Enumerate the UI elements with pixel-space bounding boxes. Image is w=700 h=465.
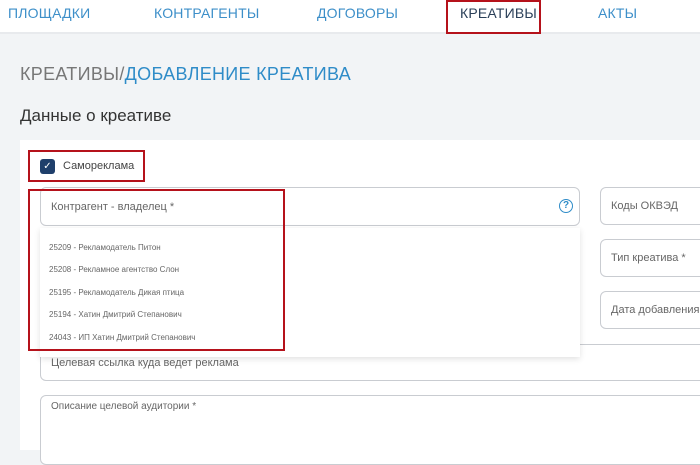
section-title: Данные о креативе [20, 106, 172, 125]
okved-field[interactable]: Коды ОКВЭД [600, 187, 700, 225]
dropdown-option[interactable]: 25195 - Рекламодатель Дикая птица [40, 281, 580, 304]
page-title: ДОБАВЛЕНИЕ КРЕАТИВА [124, 64, 351, 84]
nav-kontragenty[interactable]: КОНТРАГЕНТЫ [154, 5, 259, 21]
nav-kreativy[interactable]: КРЕАТИВЫ [460, 5, 537, 21]
date-added-field[interactable]: Дата добавления [600, 291, 700, 329]
audience-field[interactable]: Описание целевой аудитории * [40, 395, 700, 465]
nav-ploshchadki[interactable]: ПЛОЩАДКИ [8, 5, 90, 21]
dropdown-option[interactable]: 25209 - Рекламодатель Питон [40, 236, 580, 259]
okved-label: Коды ОКВЭД [611, 200, 678, 212]
self-ad-label: Самореклама [63, 160, 135, 172]
creative-type-field[interactable]: Тип креатива * [600, 239, 700, 277]
dropdown-option[interactable]: 25194 - Хатин Дмитрий Степанович [40, 304, 580, 327]
target-url-label: Целевая ссылка куда ведет реклама [51, 356, 239, 369]
top-nav: ПЛОЩАДКИ КОНТРАГЕНТЫ ДОГОВОРЫ КРЕАТИВЫ А… [0, 0, 700, 34]
nav-akty[interactable]: АКТЫ [598, 5, 637, 21]
creative-type-label: Тип креатива * [611, 252, 686, 264]
dropdown-option[interactable]: 24043 - ИП Хатин Дмитрий Степанович [40, 326, 580, 349]
audience-label: Описание целевой аудитории * [51, 401, 197, 412]
help-icon[interactable]: ? [559, 199, 573, 213]
date-added-label: Дата добавления [611, 304, 700, 316]
breadcrumb-parent[interactable]: КРЕАТИВЫ/ [20, 64, 125, 84]
self-ad-checkbox[interactable]: ✓ [40, 159, 55, 174]
nav-dogovory[interactable]: ДОГОВОРЫ [317, 5, 398, 21]
owner-placeholder: Контрагент - владелец * [51, 200, 175, 213]
owner-dropdown: 25209 - Рекламодатель Питон 25208 - Рекл… [40, 228, 580, 357]
dropdown-option[interactable]: 25208 - Рекламное агентство Слон [40, 259, 580, 282]
breadcrumb: КРЕАТИВЫ/ДОБАВЛЕНИЕ КРЕАТИВА [20, 64, 351, 85]
owner-input[interactable]: Контрагент - владелец * [40, 187, 580, 226]
